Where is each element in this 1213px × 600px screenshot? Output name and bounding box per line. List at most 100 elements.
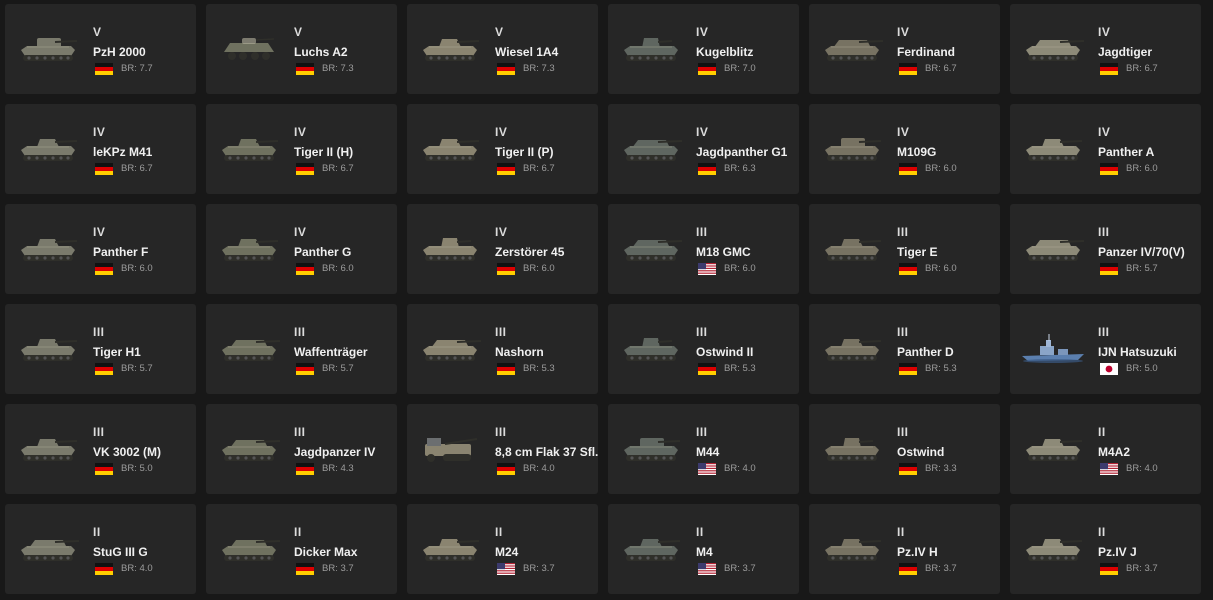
vehicle-card[interactable]: IV Ferdinand BR: 6.7 [809,4,1000,94]
germany-flag-icon [698,63,716,75]
vehicle-card[interactable]: III M18 GMC BR: 6.0 [608,204,799,294]
vehicle-card[interactable]: II M24 BR: 3.7 [407,504,598,594]
medium-tank-icon [15,430,81,466]
vehicle-name: VK 3002 (M) [93,445,162,459]
vehicle-card[interactable]: III 8,8 cm Flak 37 Sfl. BR: 4.0 [407,404,598,494]
germany-flag-icon [1100,563,1118,575]
battle-rating: BR: 6.0 [925,263,957,274]
usa-flag-icon [497,563,515,575]
vehicle-card[interactable]: IV M109G BR: 6.0 [809,104,1000,194]
vehicle-tier: III [696,225,708,239]
battle-rating: BR: 7.3 [322,63,354,74]
vehicle-card[interactable]: IV Panther A BR: 6.0 [1010,104,1201,194]
vehicle-tier: V [294,25,303,39]
vehicle-tier: III [1098,325,1110,339]
tank-destroyer-icon [819,30,885,66]
vehicle-name: Panther F [93,245,149,259]
germany-flag-icon [296,563,314,575]
germany-flag-icon [899,363,917,375]
usa-flag-icon [698,263,716,275]
battle-rating: BR: 6.7 [1126,63,1158,74]
usa-flag-icon [1100,463,1118,475]
vehicle-card[interactable]: II M4A2 BR: 4.0 [1010,404,1201,494]
vehicle-name: M24 [495,545,519,559]
vehicle-grid: V PzH 2000 BR: 7.7 V Luchs A2 BR: 7.3 V Wiesel … [5,4,1201,594]
vehicle-card[interactable]: II Dicker Max BR: 3.7 [206,504,397,594]
vehicle-card[interactable]: IV Jagdtiger BR: 6.7 [1010,4,1201,94]
vehicle-name: Wiesel 1A4 [495,45,559,59]
vehicle-name: Pz.IV H [897,545,938,559]
vehicle-card[interactable]: IV Kugelblitz BR: 7.0 [608,4,799,94]
vehicle-name: Jagdtiger [1098,45,1153,59]
tank-destroyer-icon [618,130,684,166]
vehicle-card[interactable]: III Tiger H1 BR: 5.7 [5,304,196,394]
vehicle-card[interactable]: II Pz.IV H BR: 3.7 [809,504,1000,594]
vehicle-card[interactable]: III Panzer IV/70(V) BR: 5.7 [1010,204,1201,294]
vehicle-tier: IV [294,125,307,139]
vehicle-tier: IV [93,125,106,139]
usa-flag-icon [698,563,716,575]
vehicle-card[interactable]: II StuG III G BR: 4.0 [5,504,196,594]
vehicle-card[interactable]: III Nashorn BR: 5.3 [407,304,598,394]
vehicle-name: Dicker Max [294,545,358,559]
battle-rating: BR: 4.3 [322,463,354,474]
germany-flag-icon [698,363,716,375]
vehicle-card[interactable]: III Ostwind BR: 3.3 [809,404,1000,494]
vehicle-card[interactable]: IV Jagdpanther G1 BR: 6.3 [608,104,799,194]
vehicle-card[interactable]: V PzH 2000 BR: 7.7 [5,4,196,94]
vehicle-card[interactable]: IV Tiger II (H) BR: 6.7 [206,104,397,194]
battle-rating: BR: 6.0 [724,263,756,274]
vehicle-name: Luchs A2 [294,45,348,59]
vehicle-name: Kugelblitz [696,45,754,59]
vehicle-card[interactable]: II Pz.IV J BR: 3.7 [1010,504,1201,594]
vehicle-card[interactable]: II M4 BR: 3.7 [608,504,799,594]
vehicle-name: Ostwind II [696,345,754,359]
vehicle-card[interactable]: III Tiger E BR: 6.0 [809,204,1000,294]
germany-flag-icon [899,63,917,75]
germany-flag-icon [95,463,113,475]
vehicle-card[interactable]: III Ostwind II BR: 5.3 [608,304,799,394]
tank-destroyer-icon [216,530,282,566]
vehicle-name: Ostwind [897,445,945,459]
vehicle-tier: II [93,525,101,539]
battle-rating: BR: 5.0 [121,463,153,474]
battle-rating: BR: 6.0 [925,163,957,174]
vehicle-name: leKPz M41 [93,145,153,159]
vehicle-card[interactable]: III Jagdpanzer IV BR: 4.3 [206,404,397,494]
vehicle-tier: V [495,25,504,39]
germany-flag-icon [497,363,515,375]
battle-rating: BR: 5.3 [523,363,555,374]
battle-rating: BR: 5.7 [322,363,354,374]
vehicle-name: Tiger E [897,245,938,259]
vehicle-tier: III [93,425,105,439]
vehicle-card[interactable]: IV Panther G BR: 6.0 [206,204,397,294]
vehicle-card[interactable]: III IJN Hatsuzuki BR: 5.0 [1010,304,1201,394]
battle-rating: BR: 3.3 [925,463,957,474]
vehicle-card[interactable]: V Wiesel 1A4 BR: 7.3 [407,4,598,94]
vehicle-name: M44 [696,445,720,459]
battle-rating: BR: 6.7 [322,163,354,174]
vehicle-card[interactable]: III Panther D BR: 5.3 [809,304,1000,394]
germany-flag-icon [296,263,314,275]
vehicle-tier: III [696,425,708,439]
battle-rating: BR: 7.0 [724,63,756,74]
tank-destroyer-icon [1020,30,1086,66]
tank-destroyer-icon [417,330,483,366]
germany-flag-icon [1100,263,1118,275]
vehicle-card[interactable]: III Waffenträger BR: 5.7 [206,304,397,394]
vehicle-tier: III [294,325,306,339]
vehicle-tier: IV [495,125,508,139]
vehicle-card[interactable]: IV Tiger II (P) BR: 6.7 [407,104,598,194]
vehicle-name: Tiger II (H) [294,145,354,159]
vehicle-tier: II [495,525,503,539]
vehicle-card[interactable]: III VK 3002 (M) BR: 5.0 [5,404,196,494]
vehicle-card[interactable]: IV Zerstörer 45 BR: 6.0 [407,204,598,294]
destroyer-ship-icon [1020,330,1086,366]
battle-rating: BR: 3.7 [523,563,555,574]
vehicle-card[interactable]: IV Panther F BR: 6.0 [5,204,196,294]
vehicle-card[interactable]: IV leKPz M41 BR: 6.7 [5,104,196,194]
vehicle-tier: III [495,425,507,439]
vehicle-tier: III [93,325,105,339]
vehicle-card[interactable]: III M44 BR: 4.0 [608,404,799,494]
vehicle-card[interactable]: V Luchs A2 BR: 7.3 [206,4,397,94]
